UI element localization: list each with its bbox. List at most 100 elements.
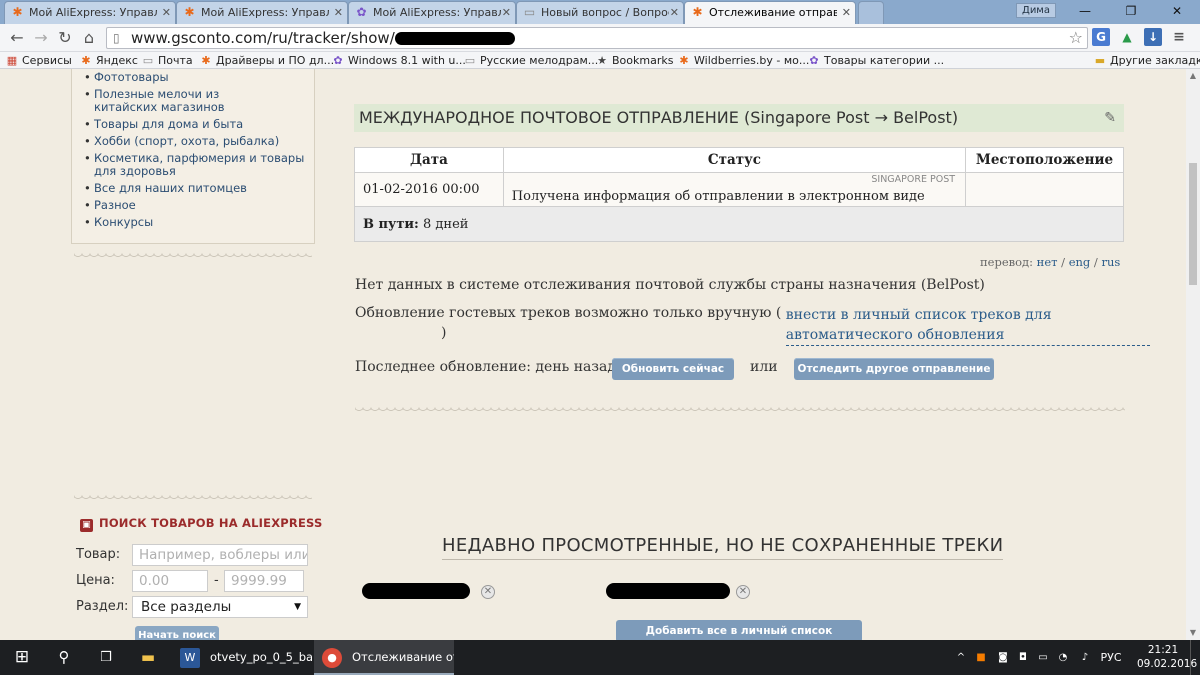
language-indicator[interactable]: РУС bbox=[1096, 640, 1126, 675]
restore-icon[interactable]: ❐ bbox=[1108, 0, 1154, 22]
forward-arrow-icon[interactable]: → bbox=[30, 27, 52, 49]
task-view-icon[interactable]: ❒ bbox=[86, 640, 126, 675]
browser-tab-active[interactable]: ✱ Отслеживание отправлен ✕ bbox=[684, 1, 856, 24]
taskbar: ⊞ ⚲ ❒ ▬ W otvety_po_0_5_ball... ● Отслеж… bbox=[0, 640, 1200, 675]
back-arrow-icon[interactable]: ← bbox=[6, 27, 28, 49]
profile-button[interactable]: Дима bbox=[1016, 3, 1056, 18]
search-icon[interactable]: ⚲ bbox=[44, 640, 84, 675]
bookmark-windows[interactable]: ✿ Windows 8.1 with u... bbox=[332, 53, 466, 68]
home-icon[interactable]: ⌂ bbox=[78, 27, 100, 49]
track-other-button[interactable]: Отследить другое отправление bbox=[794, 358, 994, 380]
url-field[interactable]: ▯ www.gsconto.com/ru/tracker/show/ ☆ bbox=[106, 27, 1088, 49]
new-tab-button[interactable] bbox=[858, 1, 884, 24]
minimize-icon[interactable]: — bbox=[1062, 0, 1108, 22]
bookmark-apps[interactable]: ▦ Сервисы bbox=[6, 53, 72, 68]
address-bar: ← → ↻ ⌂ ▯ www.gsconto.com/ru/tracker/sho… bbox=[0, 24, 1200, 52]
reload-icon[interactable]: ↻ bbox=[54, 27, 76, 49]
price-to-input[interactable]: 9999.99 bbox=[224, 570, 304, 592]
product-label: Товар: bbox=[76, 547, 121, 562]
redacted-track-number[interactable] bbox=[606, 583, 730, 599]
clock[interactable]: 21:21 09.02.2016 bbox=[1137, 643, 1197, 671]
download-icon[interactable]: ↓ bbox=[1144, 28, 1162, 46]
section-select[interactable]: Все разделы ▼ bbox=[132, 596, 308, 618]
product-search-input[interactable]: Например, воблеры или ч bbox=[132, 544, 308, 566]
tray-app-icon[interactable]: ◙ bbox=[994, 640, 1012, 675]
close-tab-icon[interactable]: ✕ bbox=[162, 2, 171, 23]
aliexpress-icon: ✱ bbox=[692, 5, 703, 19]
browser-tab-4[interactable]: ▭ Новый вопрос / Вопросы ✕ bbox=[516, 1, 684, 24]
translate-none-link[interactable]: нет bbox=[1037, 255, 1058, 269]
colorful-icon: ✿ bbox=[333, 54, 343, 67]
remove-track-icon[interactable]: ✕ bbox=[736, 585, 750, 599]
bookmark-melodramas[interactable]: ▭ Русские мелодрам... bbox=[464, 53, 598, 68]
taskbar-app-chrome[interactable]: ● Отслеживание отп... bbox=[314, 640, 454, 675]
category-item[interactable]: Косметика, парфюмерия и товары для здоро… bbox=[80, 152, 312, 178]
drive-icon[interactable]: ▲ bbox=[1118, 28, 1136, 46]
category-list: Фототовары Полезные мелочи из китайских … bbox=[72, 71, 314, 230]
show-desktop-button[interactable] bbox=[1190, 640, 1200, 675]
in-transit-label: В пути: bbox=[363, 216, 419, 232]
dropdown-caret-icon: ▼ bbox=[294, 602, 301, 612]
category-item[interactable]: Разное bbox=[80, 199, 314, 213]
bookmark-wildberries[interactable]: ✱ Wildberries.by - мо... bbox=[678, 53, 809, 68]
translate-icon[interactable]: G bbox=[1092, 28, 1110, 46]
tray-chevron-icon[interactable]: ^ bbox=[952, 640, 970, 675]
volume-icon[interactable]: ♪ bbox=[1076, 640, 1094, 675]
translate-rus-link[interactable]: rus bbox=[1101, 255, 1120, 269]
file-explorer-icon[interactable]: ▬ bbox=[128, 640, 168, 675]
scrollbar-thumb[interactable] bbox=[1189, 163, 1197, 285]
bookmark-star-icon[interactable]: ☆ bbox=[1069, 28, 1083, 48]
aliexpress-icon: ✱ bbox=[81, 54, 91, 67]
guest-update-text: Обновление гостевых треков возможно толь… bbox=[355, 305, 1150, 346]
bookmark-drivers[interactable]: ✱ Драйверы и ПО дл... bbox=[200, 53, 334, 68]
close-window-icon[interactable]: ✕ bbox=[1154, 0, 1200, 22]
colorful-icon: ✿ bbox=[356, 5, 367, 19]
category-item[interactable]: Фототовары bbox=[80, 71, 314, 85]
close-tab-icon[interactable]: ✕ bbox=[502, 2, 511, 23]
category-item[interactable]: Все для наших питомцев bbox=[80, 182, 314, 196]
category-item[interactable]: Хобби (спорт, охота, рыбалка) bbox=[80, 135, 314, 149]
remove-track-icon[interactable]: ✕ bbox=[481, 585, 495, 599]
category-item[interactable]: Конкурсы bbox=[80, 216, 314, 230]
tracking-table: Дата Статус Местоположение 01-02-2016 00… bbox=[354, 147, 1124, 242]
browser-tab-1[interactable]: ✱ Мой AliExpress: Управлять ✕ bbox=[4, 1, 176, 24]
tray-app-icon[interactable]: ■ bbox=[972, 640, 990, 675]
close-tab-icon[interactable]: ✕ bbox=[670, 2, 679, 23]
bookmark-goods[interactable]: ✿ Товары категории ... bbox=[808, 53, 944, 68]
page-icon: ▭ bbox=[523, 5, 536, 19]
category-item[interactable]: Товары для дома и быта bbox=[80, 118, 314, 132]
browser-tab-3[interactable]: ✿ Мой AliExpress: Управлять ✕ bbox=[348, 1, 516, 24]
shopping-bag-icon: ▣ bbox=[80, 519, 93, 532]
aliexpress-icon: ✱ bbox=[201, 54, 211, 67]
close-tab-icon[interactable]: ✕ bbox=[842, 2, 851, 23]
event-location bbox=[965, 172, 1124, 207]
page-icon: ▯ bbox=[113, 31, 120, 45]
menu-icon[interactable]: ≡ bbox=[1170, 28, 1188, 46]
refresh-now-button[interactable]: Обновить сейчас bbox=[612, 358, 734, 380]
add-to-personal-list-link[interactable]: внести в личный список треков для автома… bbox=[785, 305, 1150, 346]
browser-tab-2[interactable]: ✱ Мой AliExpress: Управлять ✕ bbox=[176, 1, 348, 24]
scroll-up-icon[interactable]: ▲ bbox=[1186, 69, 1200, 83]
close-tab-icon[interactable]: ✕ bbox=[334, 2, 343, 23]
bookmark-mail[interactable]: ▭ Почта bbox=[142, 53, 193, 68]
bookmark-other[interactable]: ▬ Другие закладки bbox=[1094, 53, 1200, 68]
add-all-to-list-button[interactable]: Добавить все в личный список bbox=[616, 620, 862, 640]
translate-eng-link[interactable]: eng bbox=[1069, 255, 1091, 269]
taskbar-app-word[interactable]: W otvety_po_0_5_ball... bbox=[172, 640, 312, 675]
bookmark-yandex[interactable]: ✱ Яндекс bbox=[80, 53, 138, 68]
pencil-edit-icon[interactable]: ✎ bbox=[1104, 104, 1116, 132]
vertical-scrollbar[interactable]: ▲ ▼ bbox=[1186, 69, 1200, 640]
category-item[interactable]: Полезные мелочи из китайских магазинов bbox=[80, 88, 280, 114]
aliexpress-icon: ✱ bbox=[679, 54, 689, 67]
redacted-track-number[interactable] bbox=[362, 583, 470, 599]
in-transit-value: 8 дней bbox=[423, 216, 469, 232]
network-icon[interactable]: ◔ bbox=[1054, 640, 1072, 675]
price-from-input[interactable]: 0.00 bbox=[132, 570, 208, 592]
start-search-button[interactable]: Начать поиск bbox=[135, 626, 219, 640]
bookmark-bookmarks[interactable]: ★ Bookmarks bbox=[596, 53, 673, 68]
windows-start-icon[interactable]: ⊞ bbox=[0, 640, 44, 675]
battery-icon[interactable]: ▭ bbox=[1034, 640, 1052, 675]
scroll-down-icon[interactable]: ▼ bbox=[1186, 626, 1200, 640]
page-icon: ▭ bbox=[464, 54, 476, 67]
tray-app-icon[interactable]: ◘ bbox=[1014, 640, 1032, 675]
